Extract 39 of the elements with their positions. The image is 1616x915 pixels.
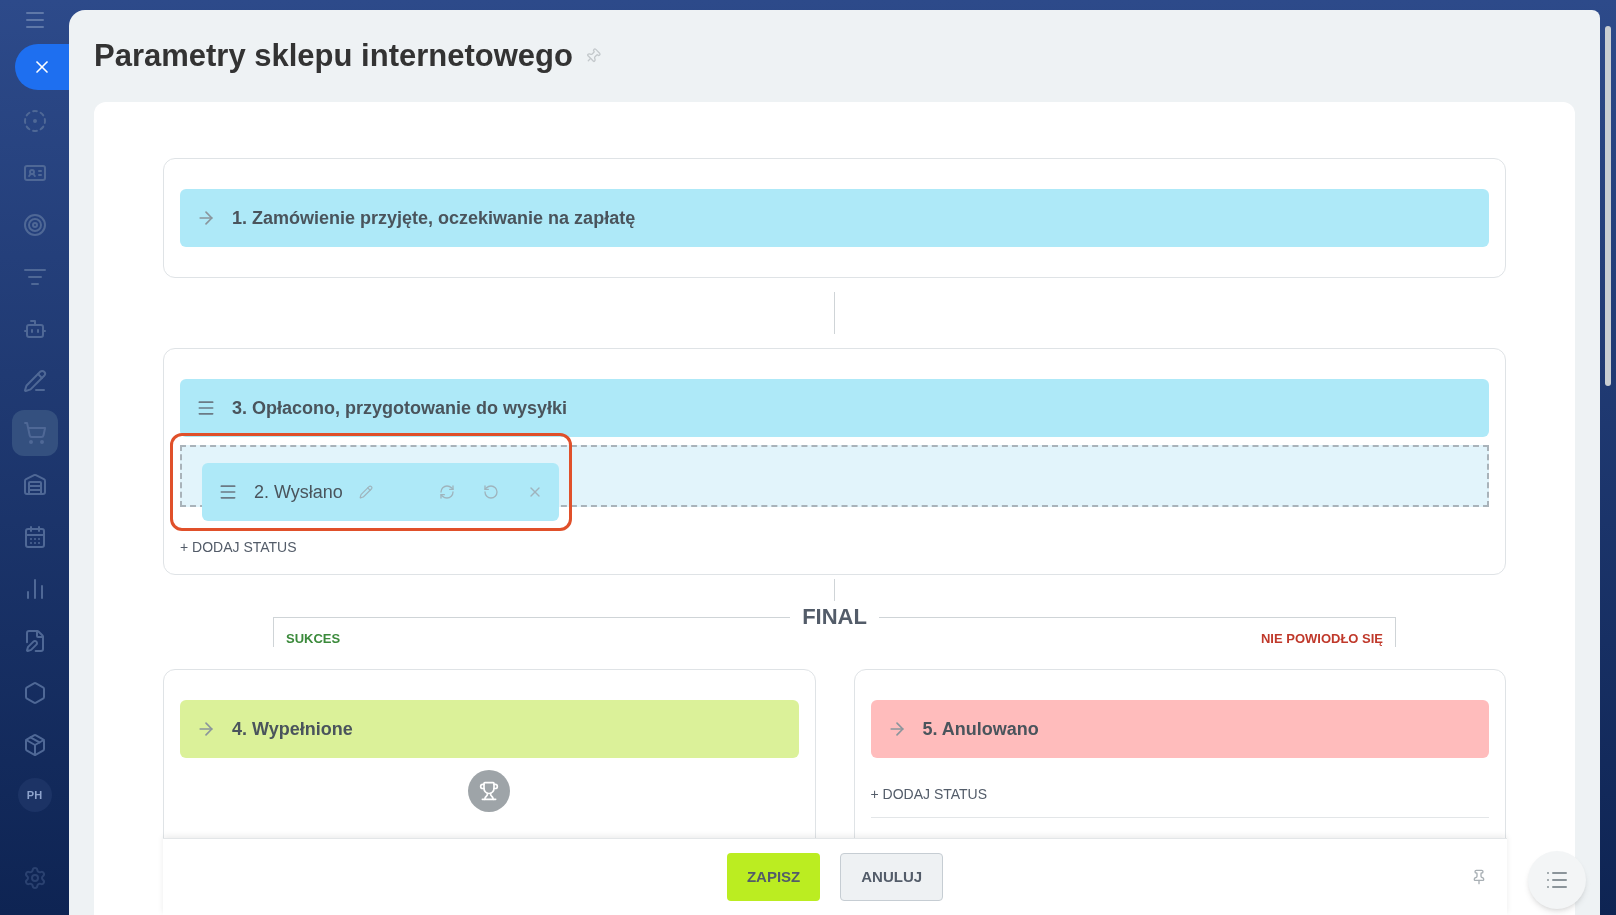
hexagon-icon: [22, 681, 47, 705]
rotate-icon[interactable]: [483, 484, 499, 500]
status-bar[interactable]: 1. Zamówienie przyjęte, oczekiwanie na zapłatę: [180, 189, 1489, 247]
target-icon: [22, 213, 47, 237]
robot-icon: [22, 317, 47, 341]
close-button[interactable]: [15, 44, 69, 90]
status-label: 1. Zamówienie przyjęte, oczekiwanie na zapłatę: [232, 206, 636, 230]
status-bar[interactable]: 4. Wypełnione: [180, 700, 799, 758]
failure-label: NIE POWIODŁO SIĘ: [1260, 631, 1383, 646]
drag-handle-icon[interactable]: [218, 482, 238, 502]
final-heading: FINAL: [801, 605, 868, 629]
avatar[interactable]: PH: [17, 778, 52, 812]
pencil-icon: [22, 369, 47, 393]
warehouse-icon: [22, 473, 47, 497]
box-icon: [22, 733, 47, 757]
status-label: 5. Anulowano: [922, 717, 1039, 741]
calendar-icon: [22, 525, 47, 549]
trophy-icon: [479, 781, 500, 801]
cancel-button[interactable]: ANULUJ: [840, 853, 944, 901]
refresh-icon[interactable]: [439, 484, 455, 500]
add-status-link[interactable]: + DODAJ STATUS: [870, 784, 988, 817]
status-bar[interactable]: 3. Opłacono, przygotowanie do wysyłki: [180, 379, 1489, 437]
avatar-initials: PH: [26, 787, 43, 803]
sidebar-item[interactable]: [11, 410, 58, 456]
pin-icon[interactable]: [1471, 869, 1487, 885]
drag-handle-icon[interactable]: [196, 398, 216, 418]
status-label: 2. Wysłano: [254, 480, 343, 504]
status-bar[interactable]: 5. Anulowano: [870, 700, 1489, 758]
success-label: SUKCES: [286, 631, 341, 646]
settings-icon[interactable]: [22, 866, 47, 890]
dragged-status[interactable]: 2. Wysłano: [202, 463, 559, 521]
status-label: 4. Wypełnione: [232, 717, 353, 741]
page-title: Parametry sklepu internetowego: [94, 36, 573, 75]
save-button[interactable]: ZAPISZ: [726, 853, 821, 901]
scrollbar[interactable]: [1605, 26, 1611, 386]
add-status-link[interactable]: + DODAJ STATUS: [180, 537, 297, 558]
cart-icon: [22, 421, 47, 445]
edit-icon[interactable]: [358, 485, 373, 499]
status-label: 3. Opłacono, przygotowanie do wysyłki: [232, 396, 568, 420]
